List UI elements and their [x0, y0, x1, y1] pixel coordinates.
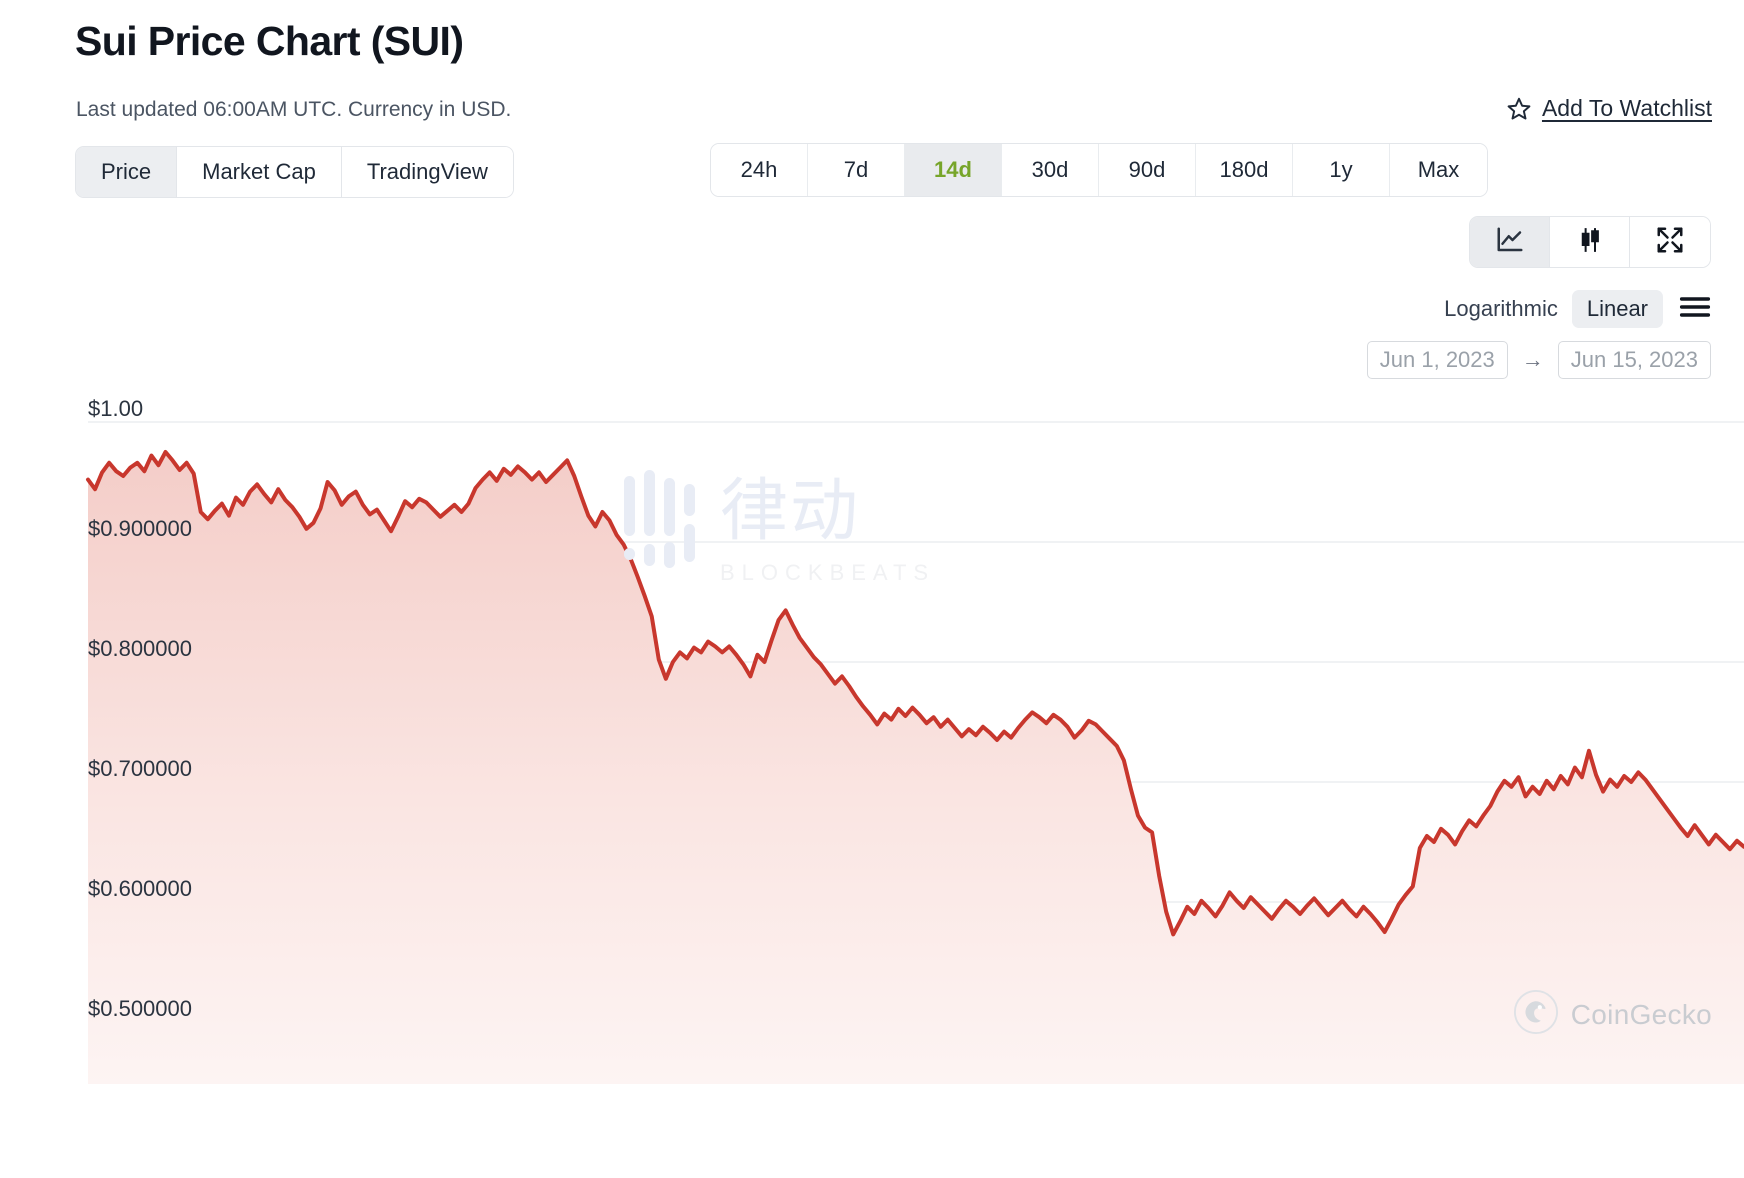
range-14d[interactable]: 14d — [905, 144, 1002, 196]
tab-market-cap[interactable]: Market Cap — [177, 147, 342, 197]
range-180d[interactable]: 180d — [1196, 144, 1293, 196]
price-chart-svg — [86, 421, 1744, 1084]
y-axis-tick-label: $0.900000 — [88, 516, 192, 541]
line-chart-icon — [1495, 225, 1525, 260]
scale-toggle-group: Logarithmic Linear — [1430, 290, 1711, 328]
candlestick-chart-icon — [1575, 225, 1605, 260]
y-axis-tick-label: $1.00 — [88, 396, 144, 421]
candlestick-chart-button[interactable] — [1550, 217, 1630, 267]
page-title: Sui Price Chart (SUI) — [75, 18, 464, 64]
time-range-group: 24h 7d 14d 30d 90d 180d 1y Max — [710, 143, 1488, 197]
y-axis-tick-label: $0.500000 — [88, 996, 192, 1021]
tab-price[interactable]: Price — [76, 147, 178, 197]
range-90d[interactable]: 90d — [1099, 144, 1196, 196]
range-max[interactable]: Max — [1390, 144, 1487, 196]
range-30d[interactable]: 30d — [1002, 144, 1099, 196]
add-to-watchlist-label: Add To Watchlist — [1541, 95, 1712, 121]
metric-tab-group: Price Market Cap TradingView — [75, 146, 514, 198]
chart-type-group — [1469, 216, 1711, 268]
hamburger-menu-icon[interactable] — [1679, 294, 1711, 325]
range-24h[interactable]: 24h — [711, 144, 808, 196]
y-axis-tick-label: $0.600000 — [88, 876, 192, 901]
price-chart[interactable]: $1.00 $0.900000 $0.800000 $0.700000 $0.60000… — [0, 396, 1744, 1084]
line-chart-button[interactable] — [1470, 217, 1550, 267]
add-to-watchlist-button[interactable]: Add To Watchlist — [1506, 95, 1712, 122]
range-7d[interactable]: 7d — [808, 144, 905, 196]
date-range-arrow: → — [1521, 347, 1544, 372]
date-start-input[interactable]: Jun 1, 2023 — [1366, 341, 1508, 379]
scale-linear-option[interactable]: Linear — [1571, 290, 1663, 328]
star-icon — [1506, 96, 1532, 122]
y-axis-tick-label: $0.700000 — [88, 756, 192, 781]
fullscreen-expand-icon — [1655, 225, 1685, 260]
scale-logarithmic-option[interactable]: Logarithmic — [1430, 290, 1572, 328]
range-1y[interactable]: 1y — [1293, 144, 1390, 196]
price-chart-page: Sui Price Chart (SUI) Last updated 06:00… — [0, 0, 1744, 1178]
date-range-row: Jun 1, 2023 → Jun 15, 2023 — [1366, 341, 1711, 379]
y-axis-tick-label: $0.800000 — [88, 636, 192, 661]
date-end-input[interactable]: Jun 15, 2023 — [1557, 341, 1711, 379]
last-updated-text: Last updated 06:00AM UTC. Currency in US… — [76, 98, 512, 121]
fullscreen-button[interactable] — [1630, 217, 1710, 267]
tab-tradingview[interactable]: TradingView — [341, 147, 513, 197]
